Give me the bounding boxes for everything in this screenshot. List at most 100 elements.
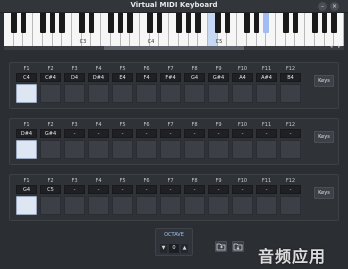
trigger-pad[interactable] (16, 140, 37, 159)
note-field[interactable]: - (160, 129, 181, 138)
trigger-pad[interactable] (40, 196, 61, 215)
trigger-pad[interactable] (208, 196, 229, 215)
note-field[interactable]: G4 (184, 73, 205, 82)
close-button[interactable]: × (330, 2, 339, 11)
trigger-pad[interactable] (232, 140, 253, 159)
octave-value[interactable]: 0 (169, 244, 179, 253)
note-field[interactable]: G4 (16, 185, 37, 194)
black-key[interactable] (78, 13, 85, 33)
trigger-pad[interactable] (256, 84, 277, 103)
scroll-left-icon[interactable]: ◂ (330, 44, 333, 50)
black-key[interactable] (175, 13, 182, 33)
trigger-pad[interactable] (88, 140, 109, 159)
note-field[interactable]: - (64, 185, 85, 194)
black-key[interactable] (292, 13, 299, 33)
trigger-pad[interactable] (136, 196, 157, 215)
trigger-pad[interactable] (40, 84, 61, 103)
black-key[interactable] (224, 13, 231, 33)
black-key[interactable] (195, 13, 202, 33)
black-key[interactable] (59, 13, 66, 33)
note-field[interactable]: E4 (112, 73, 133, 82)
note-field[interactable]: - (256, 129, 277, 138)
black-key[interactable] (146, 13, 153, 33)
note-field[interactable]: A4 (232, 73, 253, 82)
trigger-pad[interactable] (88, 196, 109, 215)
note-field[interactable]: - (112, 129, 133, 138)
note-field[interactable]: - (280, 129, 301, 138)
trigger-pad[interactable] (40, 140, 61, 159)
scroll-right-icon[interactable]: ▸ (338, 44, 341, 50)
note-field[interactable]: B4 (280, 73, 301, 82)
trigger-pad[interactable] (16, 196, 37, 215)
trigger-pad[interactable] (64, 84, 85, 103)
trigger-pad[interactable] (64, 140, 85, 159)
note-field[interactable]: G#4 (40, 129, 61, 138)
trigger-pad[interactable] (232, 84, 253, 103)
trigger-pad[interactable] (280, 140, 301, 159)
trigger-pad[interactable] (184, 196, 205, 215)
scrollbar-thumb[interactable] (104, 46, 244, 50)
note-field[interactable]: C4 (16, 73, 37, 82)
trigger-pad[interactable] (16, 84, 37, 103)
note-field[interactable]: G#4 (208, 73, 229, 82)
trigger-pad[interactable] (112, 196, 133, 215)
minimize-button[interactable]: – (318, 2, 327, 11)
note-field[interactable]: - (64, 129, 85, 138)
note-field[interactable]: - (280, 185, 301, 194)
trigger-pad[interactable] (112, 140, 133, 159)
black-key[interactable] (107, 13, 114, 33)
keys-button[interactable]: Keys (314, 131, 334, 143)
keyboard-scrollbar[interactable]: ◂ ▸ (4, 44, 344, 50)
trigger-pad[interactable] (88, 84, 109, 103)
note-field[interactable]: - (88, 185, 109, 194)
note-field[interactable]: - (232, 185, 253, 194)
note-field[interactable]: A#4 (256, 73, 277, 82)
trigger-pad[interactable] (136, 84, 157, 103)
black-key[interactable] (253, 13, 260, 33)
note-field[interactable]: - (112, 185, 133, 194)
note-field[interactable]: - (160, 185, 181, 194)
keys-button[interactable]: Keys (314, 75, 334, 87)
note-field[interactable]: - (208, 129, 229, 138)
black-key[interactable] (20, 13, 27, 33)
trigger-pad[interactable] (160, 196, 181, 215)
note-field[interactable]: - (88, 129, 109, 138)
note-field[interactable]: - (208, 185, 229, 194)
black-key[interactable] (88, 13, 95, 33)
black-key[interactable] (117, 13, 124, 33)
trigger-pad[interactable] (184, 140, 205, 159)
note-field[interactable]: - (136, 129, 157, 138)
trigger-pad[interactable] (160, 140, 181, 159)
trigger-pad[interactable] (184, 84, 205, 103)
black-key[interactable] (39, 13, 46, 33)
black-key[interactable] (331, 13, 338, 33)
black-key[interactable] (49, 13, 56, 33)
keys-button[interactable]: Keys (314, 187, 334, 199)
trigger-pad[interactable] (64, 196, 85, 215)
note-field[interactable]: D4 (64, 73, 85, 82)
black-key[interactable] (10, 13, 17, 33)
note-field[interactable]: D#4 (88, 73, 109, 82)
black-key[interactable] (321, 13, 328, 33)
black-key[interactable] (311, 13, 318, 33)
note-field[interactable]: C5 (40, 185, 61, 194)
trigger-pad[interactable] (160, 84, 181, 103)
trigger-pad[interactable] (112, 84, 133, 103)
trigger-pad[interactable] (256, 196, 277, 215)
black-key[interactable] (127, 13, 134, 33)
open-button[interactable] (215, 241, 227, 252)
piano-keyboard[interactable]: C3 C4 C5 (4, 13, 344, 46)
trigger-pad[interactable] (208, 140, 229, 159)
note-field[interactable]: - (136, 185, 157, 194)
black-key[interactable] (263, 13, 270, 33)
octave-up-button[interactable]: ▲ (181, 244, 188, 253)
black-key[interactable] (243, 13, 250, 33)
trigger-pad[interactable] (208, 84, 229, 103)
note-field[interactable]: - (184, 129, 205, 138)
save-button[interactable] (232, 241, 244, 252)
trigger-pad[interactable] (136, 140, 157, 159)
trigger-pad[interactable] (280, 84, 301, 103)
note-field[interactable]: C#4 (40, 73, 61, 82)
note-field[interactable]: F#4 (160, 73, 181, 82)
note-field[interactable]: F4 (136, 73, 157, 82)
